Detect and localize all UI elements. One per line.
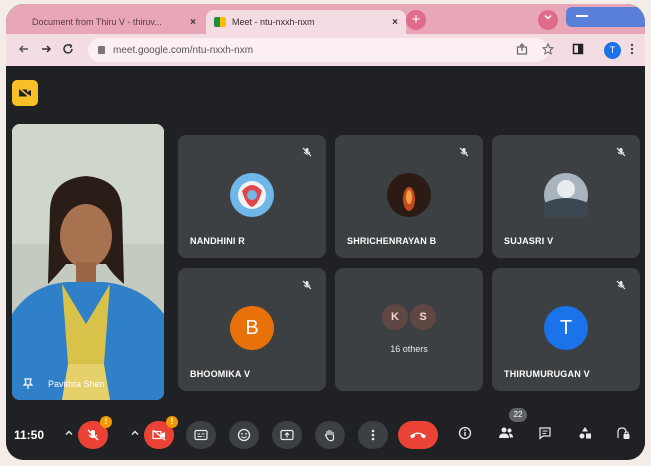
others-tile[interactable]: K S 16 others xyxy=(335,268,483,391)
browser-window: Document from Thiru V - thiruv... × Meet… xyxy=(6,4,645,460)
chat-button[interactable] xyxy=(538,426,552,445)
lock-person-icon xyxy=(617,427,630,439)
present-screen-button[interactable] xyxy=(272,421,302,449)
captions-icon xyxy=(194,429,208,441)
participant-tile[interactable]: B BHOOMIKA V xyxy=(178,268,326,391)
back-arrow-icon xyxy=(18,45,28,53)
chevron-down-icon xyxy=(544,14,552,20)
tab-title: Meet - ntu-nxxh-nxm xyxy=(232,17,315,27)
mic-off-icon xyxy=(616,147,626,160)
back-button[interactable] xyxy=(18,42,30,58)
participant-tile[interactable]: T THIRUMURUGAN V xyxy=(492,268,640,391)
hang-up-icon xyxy=(410,432,426,439)
url-text[interactable]: meet.google.com/ntu-nxxh-nxm xyxy=(113,45,253,56)
participant-avatar: T xyxy=(544,306,588,350)
share-icon[interactable] xyxy=(516,43,528,58)
participant-name: BHOOMIKA V xyxy=(190,369,251,379)
more-vert-icon xyxy=(371,429,375,441)
captions-button[interactable] xyxy=(186,421,216,449)
reload-button[interactable] xyxy=(62,42,74,58)
mic-off-icon xyxy=(302,280,312,293)
reactions-button[interactable] xyxy=(229,421,259,449)
lock-icon xyxy=(98,46,105,54)
participant-avatar xyxy=(387,173,431,217)
tab-title: Document from Thiru V - thiruv... xyxy=(32,17,162,27)
host-controls-button[interactable] xyxy=(616,426,630,445)
meeting-details-button[interactable] xyxy=(458,426,472,445)
emoji-icon xyxy=(237,428,251,442)
forward-arrow-icon xyxy=(42,45,52,53)
bookmark-star-icon[interactable] xyxy=(541,42,555,58)
participant-avatar xyxy=(544,173,588,217)
mic-off-icon xyxy=(616,280,626,293)
new-tab-button[interactable]: + xyxy=(406,10,426,30)
info-icon xyxy=(458,426,472,440)
side-panel-icon[interactable] xyxy=(572,43,584,58)
menu-kebab-icon[interactable] xyxy=(630,43,634,58)
participant-tile[interactable]: SHRICHENRAYAN B xyxy=(335,135,483,258)
participant-avatar xyxy=(230,173,274,217)
close-icon[interactable]: × xyxy=(190,17,196,28)
meet-logo-icon xyxy=(214,17,226,27)
chevron-up-icon[interactable] xyxy=(64,428,74,441)
window-controls[interactable] xyxy=(566,7,645,27)
participant-tile[interactable]: SUJASRI V xyxy=(492,135,640,258)
close-icon[interactable]: × xyxy=(392,17,398,28)
tab-search-button[interactable] xyxy=(538,10,558,30)
other-avatar: K xyxy=(382,304,408,330)
activities-button[interactable] xyxy=(578,426,592,445)
participant-name: SHRICHENRAYAN B xyxy=(347,236,437,246)
other-avatar: S xyxy=(410,304,436,330)
hand-icon xyxy=(324,430,335,442)
forward-button[interactable] xyxy=(40,42,52,58)
present-screen-icon xyxy=(280,429,294,441)
chevron-up-icon[interactable] xyxy=(130,428,140,441)
mic-off-icon xyxy=(87,429,99,441)
chat-icon xyxy=(539,427,551,440)
meeting-clock: 11:50 xyxy=(14,428,45,442)
participant-avatar: B xyxy=(230,306,274,350)
profile-avatar[interactable]: T xyxy=(604,42,621,59)
people-icon xyxy=(499,427,513,438)
video-off-icon xyxy=(18,87,32,99)
tab-meet[interactable]: Meet - ntu-nxxh-nxm × xyxy=(206,10,406,34)
tab-strip: Document from Thiru V - thiruv... × Meet… xyxy=(6,4,645,34)
more-options-button[interactable] xyxy=(358,421,388,449)
self-video-feed xyxy=(12,124,164,400)
participant-name: THIRUMURUGAN V xyxy=(504,369,590,379)
participant-name: NANDHINI R xyxy=(190,236,245,246)
raise-hand-button[interactable] xyxy=(315,421,345,449)
mic-warning-badge: ! xyxy=(100,416,112,428)
minimize-icon[interactable] xyxy=(576,15,588,17)
others-count: 16 others xyxy=(390,344,428,354)
tab-document[interactable]: Document from Thiru V - thiruv... × xyxy=(24,10,204,34)
participant-name: SUJASRI V xyxy=(504,236,554,246)
self-name: Pavithra Shen xyxy=(48,379,105,389)
mic-off-icon xyxy=(459,147,469,160)
activities-icon xyxy=(579,427,591,439)
meeting-controls-bar: 11:50 ! ! 22 xyxy=(6,406,645,460)
pin-icon[interactable] xyxy=(22,378,34,390)
participants-count-badge: 22 xyxy=(509,408,527,422)
self-name-row: Pavithra Shen xyxy=(22,378,105,390)
reload-icon xyxy=(63,43,73,54)
camera-off-indicator[interactable] xyxy=(12,80,38,106)
toolbar: meet.google.com/ntu-nxxh-nxm T xyxy=(6,34,645,66)
self-video-tile[interactable]: Pavithra Shen xyxy=(12,124,164,400)
address-bar[interactable]: meet.google.com/ntu-nxxh-nxm xyxy=(88,38,548,62)
participants-button[interactable] xyxy=(498,426,514,445)
camera-warning-badge: ! xyxy=(166,416,178,428)
video-off-icon xyxy=(152,429,166,441)
mic-off-icon xyxy=(302,147,312,160)
participant-tile[interactable]: NANDHINI R xyxy=(178,135,326,258)
end-call-button[interactable] xyxy=(398,421,438,449)
